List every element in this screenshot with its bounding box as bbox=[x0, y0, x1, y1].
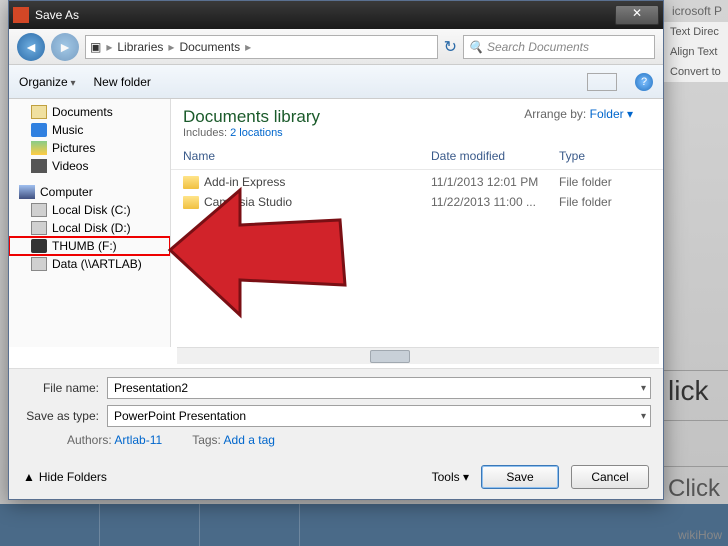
bg-thumbnail-strip bbox=[0, 504, 728, 546]
bg-slide-text2: Click bbox=[668, 475, 728, 503]
forward-button[interactable]: ► bbox=[51, 33, 79, 61]
drive-icon bbox=[31, 203, 47, 217]
tags-field[interactable]: Add a tag bbox=[224, 433, 275, 447]
organize-button[interactable]: Organize bbox=[19, 75, 76, 89]
tree-drive-data[interactable]: Data (\\ARTLAB) bbox=[9, 255, 170, 273]
hide-folders-button[interactable]: ▲Hide Folders bbox=[23, 470, 107, 484]
chevron-up-icon: ▲ bbox=[23, 470, 35, 484]
breadcrumb[interactable]: ▣ ▸ Libraries ▸ Documents ▸ bbox=[85, 35, 438, 59]
back-button[interactable]: ◄ bbox=[17, 33, 45, 61]
scrollbar-thumb[interactable] bbox=[370, 350, 410, 363]
network-drive-icon bbox=[31, 257, 47, 271]
horizontal-scrollbar[interactable] bbox=[177, 347, 659, 364]
computer-icon bbox=[19, 185, 35, 199]
cancel-button[interactable]: Cancel bbox=[571, 465, 649, 489]
authors-field[interactable]: Artlab-11 bbox=[114, 433, 162, 447]
music-icon bbox=[31, 123, 47, 137]
view-options-button[interactable] bbox=[587, 73, 617, 91]
locations-link[interactable]: 2 locations bbox=[230, 127, 283, 139]
new-folder-button[interactable]: New folder bbox=[94, 75, 151, 89]
saveas-type-label: Save as type: bbox=[21, 409, 99, 423]
bg-app-title: icrosoft P bbox=[672, 4, 722, 18]
libraries-icon: ▣ bbox=[90, 40, 101, 54]
search-input[interactable]: 🔍 Search Documents bbox=[463, 35, 655, 59]
tree-documents[interactable]: Documents bbox=[9, 103, 170, 121]
filename-input[interactable]: Presentation2 bbox=[107, 377, 651, 399]
tree-videos[interactable]: Videos bbox=[9, 157, 170, 175]
pictures-icon bbox=[31, 141, 47, 155]
save-as-dialog: Save As ✕ ◄ ► ▣ ▸ Libraries ▸ Documents … bbox=[8, 0, 664, 500]
filename-label: File name: bbox=[21, 381, 99, 395]
drive-icon bbox=[31, 221, 47, 235]
videos-icon bbox=[31, 159, 47, 173]
tools-dropdown[interactable]: Tools ▾ bbox=[432, 470, 469, 484]
bg-ribbon-panel: Text Direc Align Text Convert to bbox=[664, 22, 728, 82]
folder-icon bbox=[183, 176, 199, 189]
arrange-by-dropdown[interactable]: Folder ▾ bbox=[590, 107, 633, 121]
nav-tree: Documents Music Pictures Videos Computer… bbox=[9, 99, 171, 347]
dialog-footer: ▲Hide Folders Tools ▾ Save Cancel bbox=[9, 455, 663, 499]
nav-bar: ◄ ► ▣ ▸ Libraries ▸ Documents ▸ ↻ 🔍 Sear… bbox=[9, 29, 663, 65]
search-icon: 🔍 bbox=[468, 40, 483, 54]
close-button[interactable]: ✕ bbox=[615, 5, 659, 25]
form-area: File name: Presentation2 Save as type: P… bbox=[9, 368, 663, 455]
column-headers[interactable]: Name Date modified Type bbox=[171, 143, 663, 170]
arrange-by: Arrange by: Folder ▾ bbox=[524, 107, 633, 121]
dialog-title: Save As bbox=[35, 8, 615, 22]
tree-drive-c[interactable]: Local Disk (C:) bbox=[9, 201, 170, 219]
list-item[interactable]: Add-in Express 11/1/2013 12:01 PM File f… bbox=[183, 172, 651, 192]
documents-icon bbox=[31, 105, 47, 119]
help-button[interactable]: ? bbox=[635, 73, 653, 91]
tree-pictures[interactable]: Pictures bbox=[9, 139, 170, 157]
titlebar: Save As ✕ bbox=[9, 1, 663, 29]
file-list: Add-in Express 11/1/2013 12:01 PM File f… bbox=[171, 170, 663, 214]
tree-drive-d[interactable]: Local Disk (D:) bbox=[9, 219, 170, 237]
folder-icon bbox=[183, 196, 199, 209]
save-button[interactable]: Save bbox=[481, 465, 559, 489]
saveas-type-dropdown[interactable]: PowerPoint Presentation bbox=[107, 405, 651, 427]
watermark: wikiHow bbox=[678, 528, 722, 542]
tree-computer[interactable]: Computer bbox=[9, 183, 170, 201]
list-item[interactable]: Camtasia Studio 11/22/2013 11:00 ... Fil… bbox=[183, 192, 651, 212]
tree-drive-thumb[interactable]: THUMB (F:) bbox=[9, 237, 170, 255]
library-header: Documents library Includes: 2 locations bbox=[171, 99, 663, 143]
content-pane: Documents library Includes: 2 locations … bbox=[171, 99, 663, 347]
tree-music[interactable]: Music bbox=[9, 121, 170, 139]
bg-slide-text: lick bbox=[668, 375, 728, 407]
refresh-icon[interactable]: ↻ bbox=[444, 37, 457, 57]
toolbar: Organize New folder ? bbox=[9, 65, 663, 99]
powerpoint-icon bbox=[13, 7, 29, 23]
usb-drive-icon bbox=[31, 239, 47, 253]
